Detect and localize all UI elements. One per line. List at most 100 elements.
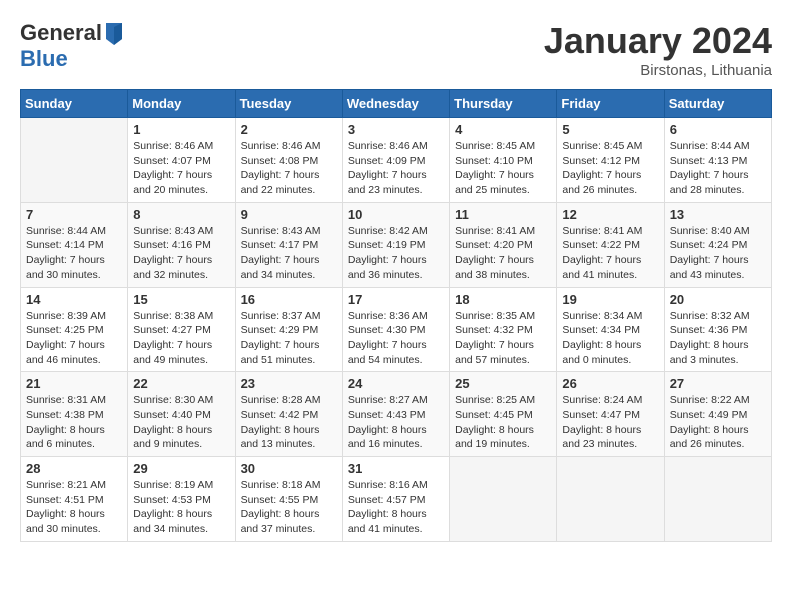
calendar-cell: 16 Sunrise: 8:37 AM Sunset: 4:29 PM Dayl… [235,287,342,372]
sunrise: Sunrise: 8:31 AM [26,394,106,406]
daylight: Daylight: 7 hours and 34 minutes. [241,254,320,281]
daylight: Daylight: 8 hours and 34 minutes. [133,508,212,535]
day-number: 26 [562,376,658,391]
sunset: Sunset: 4:51 PM [26,494,104,506]
weekday-header-row: SundayMondayTuesdayWednesdayThursdayFrid… [21,90,772,118]
day-number: 30 [241,461,337,476]
daylight: Daylight: 8 hours and 9 minutes. [133,424,212,451]
sunrise: Sunrise: 8:38 AM [133,310,213,322]
sunrise: Sunrise: 8:34 AM [562,310,642,322]
calendar-cell: 24 Sunrise: 8:27 AM Sunset: 4:43 PM Dayl… [342,372,449,457]
calendar-week-5: 28 Sunrise: 8:21 AM Sunset: 4:51 PM Dayl… [21,457,772,542]
day-info: Sunrise: 8:44 AM Sunset: 4:13 PM Dayligh… [670,139,766,198]
calendar-week-1: 1 Sunrise: 8:46 AM Sunset: 4:07 PM Dayli… [21,118,772,203]
sunset: Sunset: 4:19 PM [348,239,426,251]
daylight: Daylight: 8 hours and 37 minutes. [241,508,320,535]
daylight: Daylight: 8 hours and 13 minutes. [241,424,320,451]
daylight: Daylight: 7 hours and 28 minutes. [670,169,749,196]
calendar-cell: 28 Sunrise: 8:21 AM Sunset: 4:51 PM Dayl… [21,457,128,542]
day-info: Sunrise: 8:25 AM Sunset: 4:45 PM Dayligh… [455,393,551,452]
calendar-cell: 29 Sunrise: 8:19 AM Sunset: 4:53 PM Dayl… [128,457,235,542]
daylight: Daylight: 7 hours and 30 minutes. [26,254,105,281]
sunrise: Sunrise: 8:16 AM [348,479,428,491]
day-info: Sunrise: 8:28 AM Sunset: 4:42 PM Dayligh… [241,393,337,452]
day-number: 4 [455,122,551,137]
sunset: Sunset: 4:10 PM [455,155,533,167]
day-info: Sunrise: 8:31 AM Sunset: 4:38 PM Dayligh… [26,393,122,452]
day-info: Sunrise: 8:36 AM Sunset: 4:30 PM Dayligh… [348,309,444,368]
day-info: Sunrise: 8:30 AM Sunset: 4:40 PM Dayligh… [133,393,229,452]
day-number: 7 [26,207,122,222]
daylight: Daylight: 7 hours and 54 minutes. [348,339,427,366]
day-number: 31 [348,461,444,476]
day-number: 11 [455,207,551,222]
day-info: Sunrise: 8:21 AM Sunset: 4:51 PM Dayligh… [26,478,122,537]
calendar-cell: 31 Sunrise: 8:16 AM Sunset: 4:57 PM Dayl… [342,457,449,542]
daylight: Daylight: 8 hours and 16 minutes. [348,424,427,451]
sunset: Sunset: 4:36 PM [670,324,748,336]
daylight: Daylight: 7 hours and 22 minutes. [241,169,320,196]
sunrise: Sunrise: 8:44 AM [670,140,750,152]
sunset: Sunset: 4:22 PM [562,239,640,251]
daylight: Daylight: 8 hours and 26 minutes. [670,424,749,451]
day-info: Sunrise: 8:37 AM Sunset: 4:29 PM Dayligh… [241,309,337,368]
daylight: Daylight: 7 hours and 26 minutes. [562,169,641,196]
day-number: 19 [562,292,658,307]
calendar-week-4: 21 Sunrise: 8:31 AM Sunset: 4:38 PM Dayl… [21,372,772,457]
sunrise: Sunrise: 8:36 AM [348,310,428,322]
calendar-cell: 1 Sunrise: 8:46 AM Sunset: 4:07 PM Dayli… [128,118,235,203]
sunrise: Sunrise: 8:41 AM [562,225,642,237]
sunrise: Sunrise: 8:19 AM [133,479,213,491]
day-number: 29 [133,461,229,476]
day-info: Sunrise: 8:22 AM Sunset: 4:49 PM Dayligh… [670,393,766,452]
sunrise: Sunrise: 8:22 AM [670,394,750,406]
calendar-cell: 11 Sunrise: 8:41 AM Sunset: 4:20 PM Dayl… [450,202,557,287]
day-info: Sunrise: 8:46 AM Sunset: 4:07 PM Dayligh… [133,139,229,198]
day-info: Sunrise: 8:27 AM Sunset: 4:43 PM Dayligh… [348,393,444,452]
sunset: Sunset: 4:14 PM [26,239,104,251]
sunset: Sunset: 4:12 PM [562,155,640,167]
sunset: Sunset: 4:09 PM [348,155,426,167]
calendar-week-3: 14 Sunrise: 8:39 AM Sunset: 4:25 PM Dayl… [21,287,772,372]
day-number: 2 [241,122,337,137]
day-info: Sunrise: 8:45 AM Sunset: 4:10 PM Dayligh… [455,139,551,198]
logo-icon [104,21,124,45]
calendar-cell: 12 Sunrise: 8:41 AM Sunset: 4:22 PM Dayl… [557,202,664,287]
calendar-cell: 22 Sunrise: 8:30 AM Sunset: 4:40 PM Dayl… [128,372,235,457]
calendar-cell: 3 Sunrise: 8:46 AM Sunset: 4:09 PM Dayli… [342,118,449,203]
day-number: 24 [348,376,444,391]
day-info: Sunrise: 8:43 AM Sunset: 4:17 PM Dayligh… [241,224,337,283]
calendar-cell: 30 Sunrise: 8:18 AM Sunset: 4:55 PM Dayl… [235,457,342,542]
sunset: Sunset: 4:57 PM [348,494,426,506]
day-number: 21 [26,376,122,391]
calendar-cell: 4 Sunrise: 8:45 AM Sunset: 4:10 PM Dayli… [450,118,557,203]
sunset: Sunset: 4:38 PM [26,409,104,421]
weekday-header-sunday: Sunday [21,90,128,118]
daylight: Daylight: 7 hours and 25 minutes. [455,169,534,196]
day-info: Sunrise: 8:35 AM Sunset: 4:32 PM Dayligh… [455,309,551,368]
sunset: Sunset: 4:07 PM [133,155,211,167]
day-info: Sunrise: 8:39 AM Sunset: 4:25 PM Dayligh… [26,309,122,368]
daylight: Daylight: 8 hours and 6 minutes. [26,424,105,451]
day-info: Sunrise: 8:42 AM Sunset: 4:19 PM Dayligh… [348,224,444,283]
day-info: Sunrise: 8:38 AM Sunset: 4:27 PM Dayligh… [133,309,229,368]
sunset: Sunset: 4:42 PM [241,409,319,421]
weekday-header-saturday: Saturday [664,90,771,118]
calendar-cell: 25 Sunrise: 8:25 AM Sunset: 4:45 PM Dayl… [450,372,557,457]
day-number: 25 [455,376,551,391]
sunrise: Sunrise: 8:42 AM [348,225,428,237]
month-title: January 2024 [544,20,772,62]
sunrise: Sunrise: 8:27 AM [348,394,428,406]
calendar-cell [664,457,771,542]
daylight: Daylight: 8 hours and 41 minutes. [348,508,427,535]
sunset: Sunset: 4:27 PM [133,324,211,336]
day-number: 12 [562,207,658,222]
calendar-cell: 27 Sunrise: 8:22 AM Sunset: 4:49 PM Dayl… [664,372,771,457]
day-number: 23 [241,376,337,391]
sunrise: Sunrise: 8:30 AM [133,394,213,406]
sunset: Sunset: 4:29 PM [241,324,319,336]
daylight: Daylight: 7 hours and 43 minutes. [670,254,749,281]
calendar-cell [21,118,128,203]
sunset: Sunset: 4:43 PM [348,409,426,421]
day-number: 18 [455,292,551,307]
